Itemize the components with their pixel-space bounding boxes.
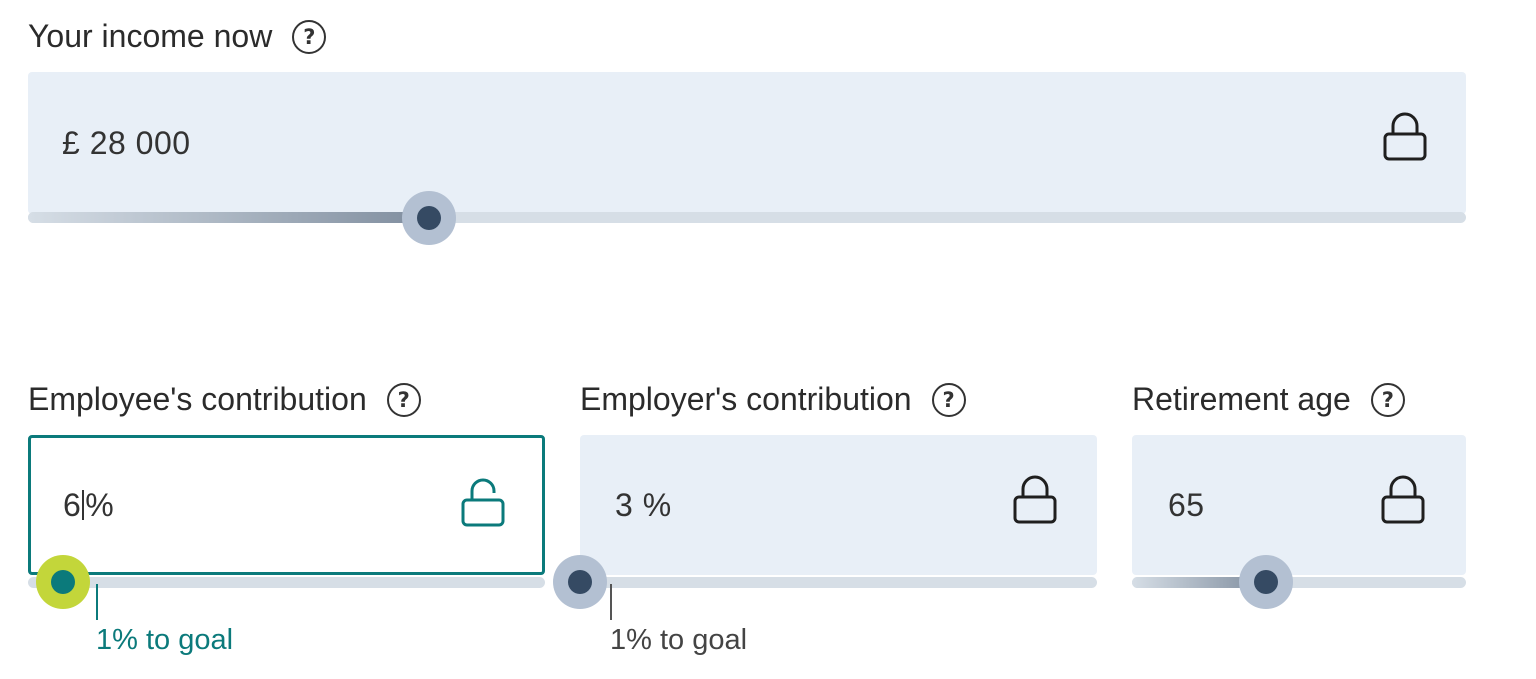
employer-contribution-input[interactable]: 3 % — [580, 435, 1097, 575]
lock-closed-icon[interactable] — [1380, 475, 1426, 525]
help-circle-icon[interactable]: ? — [931, 382, 966, 417]
employer-slider-thumb[interactable] — [553, 555, 607, 609]
help-circle-icon[interactable]: ? — [292, 19, 327, 54]
employer-label-row: Employer's contribution ? — [580, 381, 966, 418]
retirement-slider-track[interactable] — [1132, 577, 1466, 588]
employee-goal-text: 1% to goal — [96, 624, 234, 656]
income-label-row: Your income now ? — [28, 18, 327, 55]
retirement-label: Retirement age — [1132, 381, 1351, 417]
employee-unit: % — [85, 486, 115, 523]
lock-closed-icon[interactable] — [1012, 475, 1058, 525]
employee-goal-marker — [96, 584, 98, 620]
employee-label: Employee's contribution — [28, 381, 367, 417]
help-circle-icon[interactable]: ? — [386, 382, 421, 417]
employee-value-wrap[interactable]: 6% — [63, 487, 114, 524]
employee-slider-thumb[interactable] — [36, 555, 90, 609]
retirement-value[interactable]: 65 — [1168, 487, 1205, 524]
lock-closed-icon[interactable] — [1382, 112, 1428, 162]
income-label: Your income now — [28, 18, 273, 54]
employer-goal-marker — [610, 584, 612, 620]
retirement-slider-thumb[interactable] — [1239, 555, 1293, 609]
income-field[interactable]: £ 28 000 — [28, 72, 1466, 214]
employer-goal-text: 1% to goal — [610, 624, 748, 656]
employer-slider-track[interactable] — [580, 577, 1097, 588]
income-value[interactable]: £ 28 000 — [62, 125, 191, 162]
income-slider-thumb[interactable] — [402, 191, 456, 245]
help-circle-icon[interactable]: ? — [1370, 382, 1405, 417]
retirement-label-row: Retirement age ? — [1132, 381, 1405, 418]
text-caret — [82, 489, 85, 520]
income-slider-track[interactable] — [28, 212, 1466, 223]
employee-value[interactable]: 6 — [63, 487, 81, 523]
employer-value[interactable]: 3 % — [615, 487, 672, 524]
employee-contribution-input[interactable]: 6% — [28, 435, 545, 575]
income-slider-fill — [28, 212, 428, 223]
employee-slider-track[interactable] — [28, 577, 545, 588]
lock-open-icon[interactable] — [459, 476, 507, 528]
employee-label-row: Employee's contribution ? — [28, 381, 421, 418]
retirement-age-input[interactable]: 65 — [1132, 435, 1466, 575]
employer-label: Employer's contribution — [580, 381, 912, 417]
